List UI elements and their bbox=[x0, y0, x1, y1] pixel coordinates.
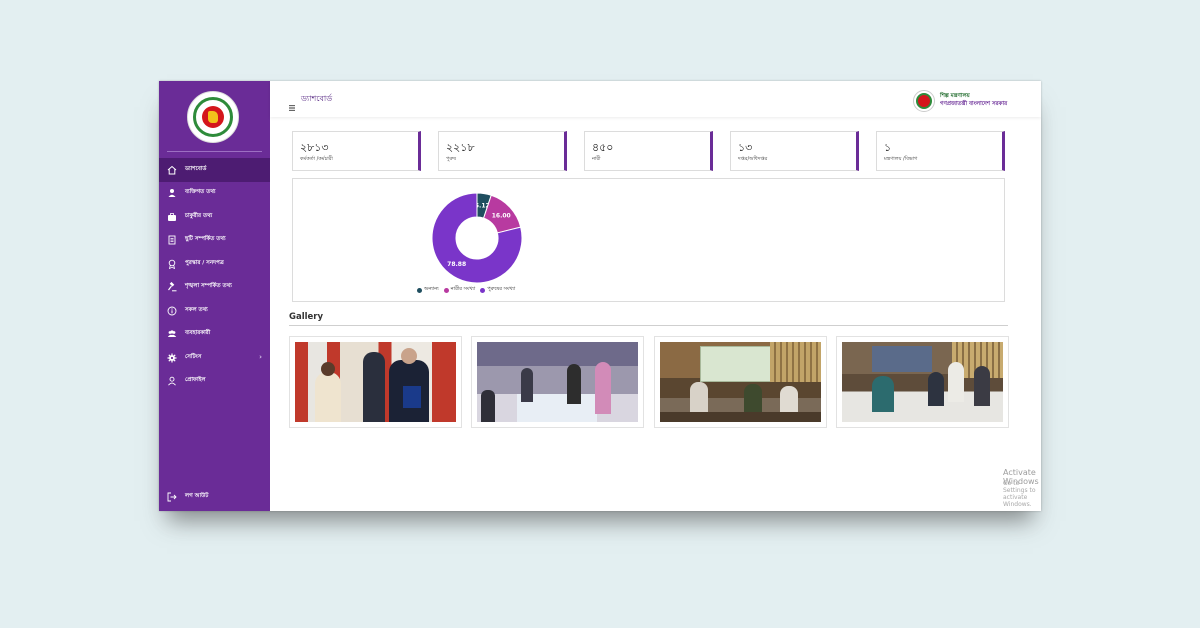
info-icon bbox=[167, 306, 177, 316]
sidebar-item-label: পুরস্কার / সনদপত্র bbox=[185, 259, 224, 266]
award-icon bbox=[167, 259, 177, 269]
gallery-photo[interactable] bbox=[836, 336, 1009, 428]
gavel-icon bbox=[167, 282, 177, 292]
legend-item-other[interactable]: অন্যান্য bbox=[417, 286, 439, 294]
sidebar-item-discipline[interactable]: শৃঙ্খলা সম্পর্কিত তথ্য bbox=[159, 276, 270, 300]
government-seal-logo[interactable] bbox=[187, 91, 239, 143]
sidebar-item-label: ড্যাশবোর্ড bbox=[185, 165, 207, 172]
sidebar-item-label: প্রোফাইল bbox=[185, 377, 206, 384]
sidebar-item-label: শৃঙ্খলা সম্পর্কিত তথ্য bbox=[185, 283, 232, 290]
logout-label: লগ আউট bbox=[185, 492, 209, 499]
ministry-meeting-photo bbox=[660, 342, 821, 422]
legend-label: নারীর সংখ্যা bbox=[450, 286, 476, 292]
sidebar-item-dashboard[interactable]: ড্যাশবোর্ড bbox=[159, 158, 270, 182]
document-icon bbox=[167, 235, 177, 245]
legend-swatch bbox=[480, 287, 486, 293]
sidebar-item-label: চাকুরীর তথ্য bbox=[185, 212, 213, 219]
activate-windows-subtitle: Go to Settings to activate Windows. bbox=[1003, 480, 1036, 508]
legend-swatch bbox=[417, 287, 422, 293]
stat-label: কর্মকর্তা /কর্মচারী bbox=[300, 156, 333, 162]
legend-label: পুরুষের সংখ্যা bbox=[487, 286, 516, 292]
sidebar-item-label: ছুটি সম্পর্কিত তথ্য bbox=[185, 236, 226, 243]
stat-label: পুরুষ bbox=[446, 156, 456, 162]
org-name-government: গণপ্রজাতন্ত্রী বাংলাদেশ সরকার bbox=[940, 101, 1008, 107]
stat-card-female: ৪৫০ নারী bbox=[584, 131, 713, 171]
home-icon bbox=[167, 165, 177, 175]
gallery-divider bbox=[289, 325, 1008, 326]
legend-item-female[interactable]: নারীর সংখ্যা bbox=[443, 286, 476, 294]
sidebar-item-personal-info[interactable]: ব্যক্তিগত তথ্য bbox=[159, 182, 270, 206]
agreement-signing-photo bbox=[842, 342, 1003, 422]
gallery-photo[interactable] bbox=[654, 336, 827, 428]
users-icon bbox=[167, 329, 177, 339]
gallery-title: Gallery bbox=[289, 312, 324, 322]
app-window: ড্যাশবোর্ড ব্যক্তিগত তথ্য চাকুরীর তথ্য ছ… bbox=[159, 81, 1041, 511]
logout-button[interactable]: লগ আউট bbox=[159, 485, 270, 509]
stat-label: মন্ত্রণালয় /বিভাগ bbox=[884, 156, 918, 162]
sidebar-item-label: সেটিংস bbox=[185, 353, 202, 360]
legend-swatch bbox=[443, 287, 449, 293]
sidebar-item-settings[interactable]: সেটিংস › bbox=[159, 346, 270, 370]
stat-label: দপ্তর/অধিদপ্তর bbox=[738, 156, 768, 162]
briefcase-icon bbox=[167, 212, 177, 222]
sidebar-item-label: সকল তথ্য bbox=[185, 306, 208, 313]
gear-icon bbox=[167, 353, 177, 363]
logout-icon bbox=[167, 492, 177, 502]
donut-chart: 5.1216.0078.88 bbox=[431, 192, 523, 284]
sidebar-item-all-info[interactable]: সকল তথ্য bbox=[159, 299, 270, 323]
award-event-photo bbox=[477, 342, 638, 422]
signing-ceremony-photo bbox=[295, 342, 456, 422]
gallery-photo[interactable] bbox=[289, 336, 462, 428]
sidebar-item-label: ব্যবহারকারী bbox=[185, 330, 211, 337]
gallery-photo[interactable] bbox=[471, 336, 644, 428]
stat-card-employees: ২৮১৩ কর্মকর্তা /কর্মচারী bbox=[292, 131, 421, 171]
chevron-right-icon: › bbox=[259, 353, 262, 361]
sidebar-divider bbox=[167, 151, 262, 152]
sidebar-nav: ড্যাশবোর্ড ব্যক্তিগত তথ্য চাকুরীর তথ্য ছ… bbox=[159, 158, 270, 393]
org-name-ministry: শিল্প মন্ত্রণালয় bbox=[940, 93, 970, 99]
sidebar-item-awards[interactable]: পুরস্কার / সনদপত্র bbox=[159, 252, 270, 276]
stat-card-male: ২২১৮ পুরুষ bbox=[438, 131, 567, 171]
stat-card-offices: ১৩ দপ্তর/অধিদপ্তর bbox=[730, 131, 859, 171]
chart-legend: অন্যান্য নারীর সংখ্যা পুরুষের সংখ্যা bbox=[417, 286, 515, 294]
chart-panel: 5.12 16.00 78.88 অন্যান্য নারীর সংখ্যা পুর… bbox=[292, 178, 1005, 302]
sidebar-item-users[interactable]: ব্যবহারকারী bbox=[159, 323, 270, 347]
legend-item-male[interactable]: পুরুষের সংখ্যা bbox=[480, 286, 515, 294]
main-content: ড্যাশবোর্ড শিল্প মন্ত্রণালয় গণপ্রজাতন্ত… bbox=[270, 81, 1041, 511]
sidebar-item-profile[interactable]: প্রোফাইল bbox=[159, 370, 270, 394]
slice-value-label: 16.00 bbox=[492, 213, 511, 220]
page-title: ড্যাশবোর্ড bbox=[301, 94, 333, 103]
person-icon bbox=[167, 188, 177, 198]
profile-icon bbox=[167, 376, 177, 386]
org-logo bbox=[913, 90, 935, 112]
sidebar-item-label: ব্যক্তিগত তথ্য bbox=[185, 189, 216, 196]
sidebar-item-job-info[interactable]: চাকুরীর তথ্য bbox=[159, 205, 270, 229]
menu-icon[interactable] bbox=[289, 96, 295, 111]
slice-value-label: 78.88 bbox=[447, 261, 466, 268]
stat-label: নারী bbox=[592, 156, 601, 162]
sidebar-item-leave-info[interactable]: ছুটি সম্পর্কিত তথ্য bbox=[159, 229, 270, 253]
stat-card-ministry: ১ মন্ত্রণালয় /বিভাগ bbox=[876, 131, 1005, 171]
legend-label: অন্যান্য bbox=[424, 286, 439, 292]
sidebar: ড্যাশবোর্ড ব্যক্তিগত তথ্য চাকুরীর তথ্য ছ… bbox=[159, 81, 270, 511]
top-bar: ড্যাশবোর্ড শিল্প মন্ত্রণালয় গণপ্রজাতন্ত… bbox=[270, 81, 1041, 117]
